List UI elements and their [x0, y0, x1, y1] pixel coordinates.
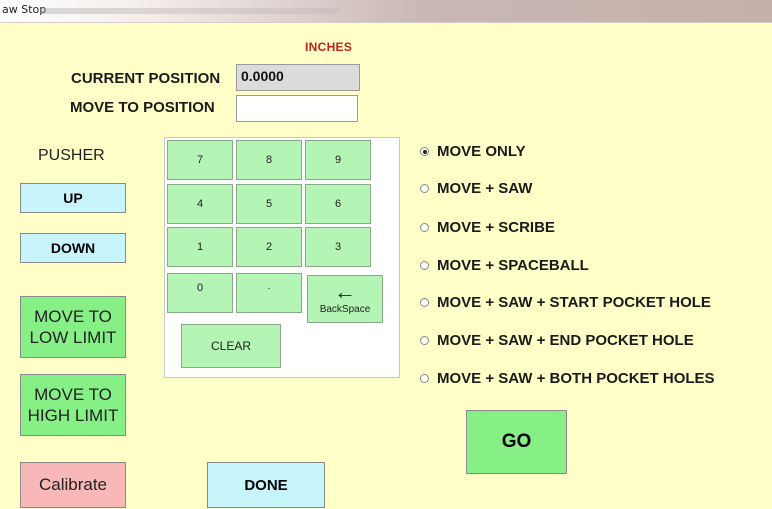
pusher-down-button[interactable]: DOWN [20, 233, 126, 263]
key-8[interactable]: 8 [236, 140, 302, 180]
key-4[interactable]: 4 [167, 184, 233, 224]
option-move-saw-both-pocket-holes[interactable]: MOVE + SAW + BOTH POCKET HOLES [420, 370, 715, 387]
go-button[interactable]: GO [466, 410, 567, 474]
radio-icon [420, 223, 429, 232]
option-label: MOVE + SAW [437, 180, 533, 197]
radio-icon [420, 374, 429, 383]
current-position-label: CURRENT POSITION [71, 70, 221, 87]
option-label: MOVE ONLY [437, 143, 526, 160]
radio-selected-icon [420, 147, 429, 156]
title-bar-blurred-text [40, 8, 340, 14]
move-to-high-limit-line2: HIGH LIMIT [27, 406, 119, 425]
key-1[interactable]: 1 [167, 227, 233, 267]
move-to-low-limit-line2: LOW LIMIT [29, 328, 117, 347]
done-button[interactable]: DONE [207, 462, 325, 508]
option-move-saw-start-pocket-hole[interactable]: MOVE + SAW + START POCKET HOLE [420, 294, 711, 311]
pusher-up-button[interactable]: UP [20, 183, 126, 213]
current-position-field: 0.0000 [236, 64, 360, 91]
pusher-label: PUSHER [38, 147, 105, 164]
units-label: INCHES [305, 40, 353, 54]
option-label: MOVE + SPACEBALL [437, 257, 589, 274]
radio-icon [420, 298, 429, 307]
option-move-saw[interactable]: MOVE + SAW [420, 180, 532, 197]
key-5[interactable]: 5 [236, 184, 302, 224]
numeric-keypad: 7 8 9 4 5 6 1 2 3 0 . ← BackSpace CLEAR [164, 137, 400, 378]
option-move-scribe[interactable]: MOVE + SCRIBE [420, 219, 555, 236]
title-bar: aw Stop [0, 0, 772, 23]
clear-button[interactable]: CLEAR [181, 324, 281, 368]
option-label: MOVE + SAW + BOTH POCKET HOLES [437, 370, 715, 387]
option-move-spaceball[interactable]: MOVE + SPACEBALL [420, 257, 589, 274]
move-to-position-label: MOVE TO POSITION [70, 99, 215, 116]
move-to-low-limit-line1: MOVE TO [34, 307, 112, 326]
key-6[interactable]: 6 [305, 184, 371, 224]
key-2[interactable]: 2 [236, 227, 302, 267]
radio-icon [420, 336, 429, 345]
option-move-saw-end-pocket-hole[interactable]: MOVE + SAW + END POCKET HOLE [420, 332, 694, 349]
left-arrow-icon: ← [334, 278, 356, 304]
option-label: MOVE + SCRIBE [437, 219, 555, 236]
option-label: MOVE + SAW + END POCKET HOLE [437, 332, 694, 349]
move-to-position-input[interactable] [236, 95, 358, 122]
move-to-high-limit-button[interactable]: MOVE TO HIGH LIMIT [20, 374, 126, 436]
key-0[interactable]: 0 [167, 273, 233, 313]
key-3[interactable]: 3 [305, 227, 371, 267]
move-to-low-limit-button[interactable]: MOVE TO LOW LIMIT [20, 296, 126, 358]
option-move-only[interactable]: MOVE ONLY [420, 143, 526, 160]
radio-icon [420, 261, 429, 270]
key-7[interactable]: 7 [167, 140, 233, 180]
calibrate-button[interactable]: Calibrate [20, 462, 126, 508]
key-9[interactable]: 9 [305, 140, 371, 180]
backspace-label: BackSpace [319, 303, 371, 315]
option-label: MOVE + SAW + START POCKET HOLE [437, 294, 711, 311]
key-decimal[interactable]: . [236, 273, 302, 313]
move-to-high-limit-line1: MOVE TO [34, 385, 112, 404]
backspace-button[interactable]: ← BackSpace [307, 275, 383, 323]
radio-icon [420, 184, 429, 193]
